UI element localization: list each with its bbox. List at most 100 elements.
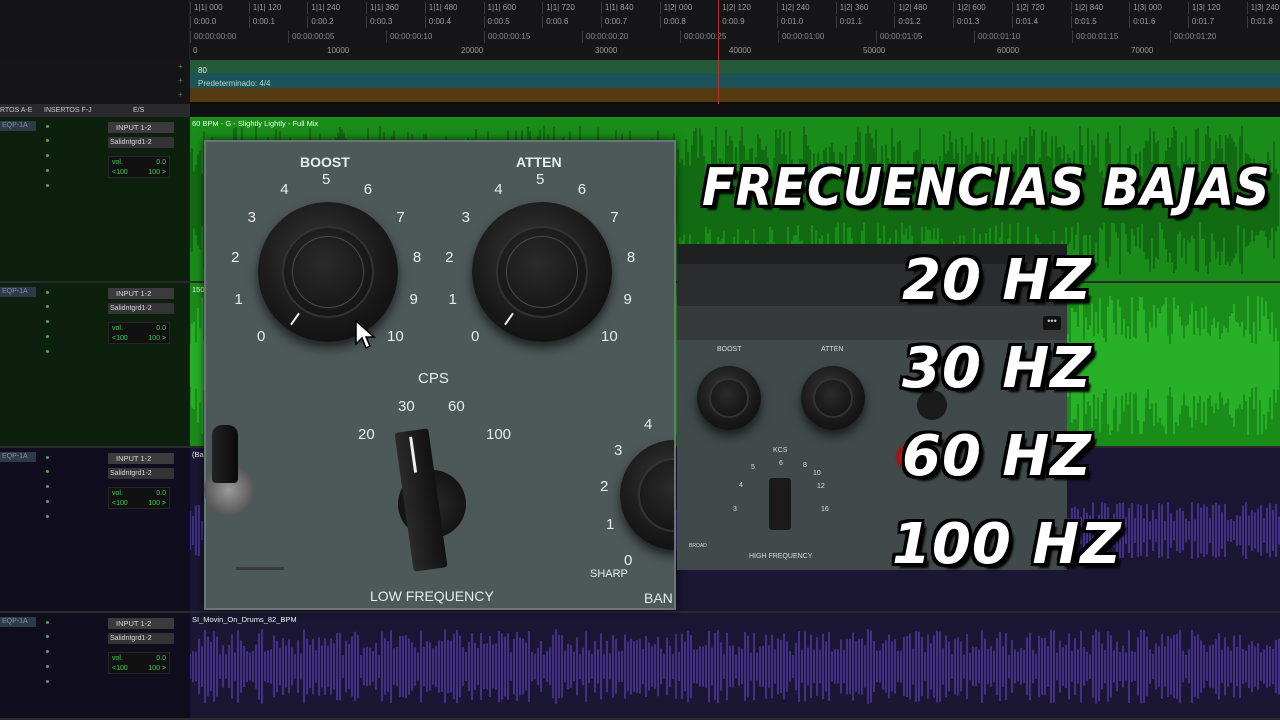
pan-right-value[interactable]: 100 >	[148, 500, 166, 507]
high-frequency-selector[interactable]	[769, 478, 791, 530]
timecode-ruler[interactable]: 00:00:00:00 00:00:00:05 00:00:00:10 00:00:0…	[190, 31, 1280, 45]
insert-slot-eq[interactable]: EQP-1A	[0, 452, 36, 462]
volume-value[interactable]: 0.0	[156, 490, 166, 497]
output-selector[interactable]: Salidntgrd1-2	[108, 633, 174, 644]
waveform-path	[190, 629, 1280, 704]
volume-label: vol.	[112, 159, 123, 166]
band-2: 2	[600, 478, 609, 495]
boost-knob[interactable]	[258, 202, 398, 342]
insert-slot-dot[interactable]	[46, 291, 49, 294]
bar-tick-label: 1|2| 840	[1070, 2, 1103, 14]
timeline-ruler[interactable]: 1|1| 000 1|1| 120 1|1| 240 1|1| 360 1|1| 480…	[0, 0, 1280, 60]
volume-pan-display[interactable]: vol. 0.0 <100 100 >	[108, 322, 170, 344]
inserts-ae-header[interactable]: RTOS A-E	[0, 107, 32, 114]
input-selector[interactable]: INPUT 1-2	[108, 453, 174, 464]
plugin-menu-button[interactable]: •••	[1043, 316, 1061, 330]
samples-tick-label: 50000	[863, 46, 886, 55]
input-selector[interactable]: INPUT 1-2	[108, 122, 174, 133]
insert-slot-eq[interactable]: EQP-1A	[0, 617, 36, 627]
small-boost-label: BOOST	[717, 346, 742, 353]
insert-slot-dot[interactable]	[46, 320, 49, 323]
inserts-fj-header[interactable]: INSERTOS F-J	[44, 107, 92, 114]
atten-knob[interactable]	[472, 202, 612, 342]
output-selector[interactable]: Salidntgrd1-2	[108, 468, 174, 479]
insert-slot-dot[interactable]	[46, 515, 49, 518]
pan-left-value[interactable]: <100	[112, 169, 128, 176]
insert-slot-dot[interactable]	[46, 350, 49, 353]
samples-tick-label: 40000	[729, 46, 752, 55]
add-meter-icon[interactable]: +	[178, 76, 183, 85]
low-frequency-selector[interactable]	[394, 428, 466, 580]
add-tempo-icon[interactable]: +	[178, 62, 183, 71]
kcs-3: 3	[733, 506, 737, 513]
output-selector[interactable]: Salidntgrd1-2	[108, 137, 174, 148]
output-selector[interactable]: Salidntgrd1-2	[108, 303, 174, 314]
bandwidth-knob[interactable]	[620, 440, 674, 550]
volume-pan-display[interactable]: vol. 0.0 <100 100 >	[108, 156, 170, 178]
volume-value[interactable]: 0.0	[156, 655, 166, 662]
input-selector[interactable]: INPUT 1-2	[108, 618, 174, 629]
track-controls: EQP-1A INPUT 1-2 Salidntgrd1-2 vol. 0.0 …	[0, 613, 190, 718]
insert-slot-dot[interactable]	[46, 665, 49, 668]
markers-lane[interactable]	[190, 88, 1280, 102]
seconds-tick-label: 0:01.5	[1070, 16, 1097, 28]
tempo-lane[interactable]: 80	[190, 60, 1280, 75]
insert-slot-dot[interactable]	[46, 635, 49, 638]
pan-left-value[interactable]: <100	[112, 500, 128, 507]
insert-slot-dot[interactable]	[46, 125, 49, 128]
pan-right-value[interactable]: 100 >	[148, 169, 166, 176]
meter-value: Predeterminado: 4/4	[198, 79, 271, 88]
bar-tick-label: 1|3| 240	[1246, 2, 1279, 14]
insert-slot-dot[interactable]	[46, 184, 49, 187]
pan-left-value[interactable]: <100	[112, 665, 128, 672]
small-boost-knob[interactable]	[697, 366, 761, 430]
track-controls: EQP-1A INPUT 1-2 Salidntgrd1-2 vol. 0.0 …	[0, 448, 190, 611]
track-row[interactable]: EQP-1A INPUT 1-2 Salidntgrd1-2 vol. 0.0 …	[0, 613, 1280, 720]
insert-slot-eq[interactable]: EQP-1A	[0, 121, 36, 131]
volume-pan-display[interactable]: vol. 0.0 <100 100 >	[108, 652, 170, 674]
boost-scale-0: 0	[256, 328, 266, 346]
samples-tick-label: 0	[193, 46, 198, 55]
add-marker-icon[interactable]: +	[178, 90, 183, 99]
audio-clip[interactable]: SI_Movin_On_Drums_82_BPM	[190, 613, 1280, 718]
insert-slot-dot[interactable]	[46, 485, 49, 488]
io-header[interactable]: E/S	[133, 107, 144, 114]
pan-left-value[interactable]: <100	[112, 335, 128, 342]
seconds-tick-label: 0:00.5	[483, 16, 510, 28]
meter-lane[interactable]: Predeterminado: 4/4	[190, 73, 1280, 88]
insert-slot-dot[interactable]	[46, 169, 49, 172]
power-toggle[interactable]	[204, 425, 254, 525]
pan-right-value[interactable]: 100 >	[148, 665, 166, 672]
input-selector[interactable]: INPUT 1-2	[108, 288, 174, 299]
insert-slot-dot[interactable]	[46, 305, 49, 308]
insert-slot-dot[interactable]	[46, 621, 49, 624]
insert-slot-dot[interactable]	[46, 500, 49, 503]
overlay-title: FRECUENCIAS BAJAS	[702, 158, 1271, 218]
volume-value[interactable]: 0.0	[156, 325, 166, 332]
insert-slot-dot[interactable]	[46, 650, 49, 653]
seconds-ruler[interactable]: 0:00.0 0:00.1 0:00.2 0:00.3 0:00.4 0:00.5 0:00…	[190, 16, 1280, 30]
insert-slot-dot[interactable]	[46, 335, 49, 338]
samples-ruler[interactable]: 0 10000 20000 30000 40000 50000 60000 70000	[190, 45, 1280, 59]
ruler-left-panel	[0, 0, 190, 60]
boost-scale-7: 7	[396, 208, 405, 226]
bars-ruler[interactable]: 1|1| 000 1|1| 120 1|1| 240 1|1| 360 1|1| 480…	[190, 2, 1280, 16]
volume-pan-display[interactable]: vol. 0.0 <100 100 >	[108, 487, 170, 509]
playhead[interactable]	[718, 0, 719, 115]
volume-value[interactable]: 0.0	[156, 159, 166, 166]
insert-slot-dot[interactable]	[46, 456, 49, 459]
pan-right-value[interactable]: 100 >	[148, 335, 166, 342]
insert-slot-dot[interactable]	[46, 680, 49, 683]
insert-slot-dot[interactable]	[46, 470, 49, 473]
insert-slot-dot[interactable]	[46, 139, 49, 142]
bar-tick-label: 1|2| 120	[718, 2, 751, 14]
insert-slot-eq[interactable]: EQP-1A	[0, 287, 36, 297]
seconds-tick-label: 0:01.6	[1129, 16, 1155, 28]
insert-slot-dot[interactable]	[46, 154, 49, 157]
band-4: 4	[644, 416, 653, 433]
band-3: 3	[614, 442, 623, 459]
small-atten-knob[interactable]	[801, 366, 865, 430]
bar-tick-label: 1|1| 600	[483, 2, 516, 14]
atten-scale-5: 5	[536, 171, 545, 188]
kcs-label: KCS	[773, 447, 788, 454]
